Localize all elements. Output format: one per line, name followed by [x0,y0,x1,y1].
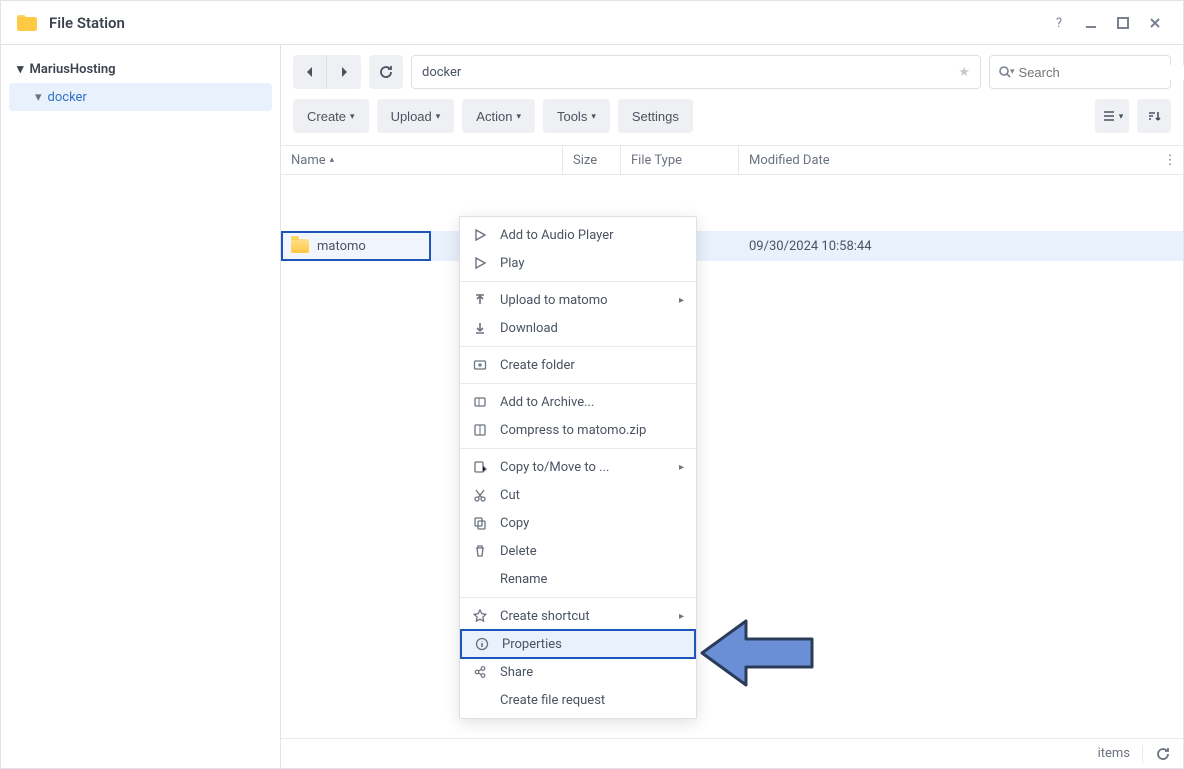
trash-icon [472,543,488,559]
refresh-icon[interactable] [1155,746,1171,762]
menu-add-audio[interactable]: Add to Audio Player [460,221,696,249]
annotation-arrow [700,617,815,689]
zip-icon [472,422,488,438]
column-headers: Name▴ Size File Type Modified Date ⋮ [281,145,1183,175]
caret-down-icon: ▾ [35,90,42,105]
caret-down-icon: ▾ [17,62,24,77]
blank-icon [472,692,488,708]
sort-asc-icon: ▴ [330,155,335,165]
app-icon [15,11,39,35]
col-type[interactable]: File Type [621,146,739,174]
info-icon [474,636,490,652]
menu-copy[interactable]: Copy [460,509,696,537]
new-folder-icon [472,357,488,373]
folder-icon [291,239,309,253]
search-caret-icon[interactable]: ▾ [1010,67,1015,77]
statusbar: items [281,738,1183,768]
copy-icon [472,515,488,531]
row-name: matomo [317,239,366,254]
menu-compress[interactable]: Compress to matomo.zip [460,416,696,444]
tree-child-docker[interactable]: ▾ docker [9,83,272,111]
move-icon [472,459,488,475]
search-input[interactable] [1019,65,1184,80]
share-icon [472,664,488,680]
nav-group [293,55,361,89]
menu-properties[interactable]: Properties [460,629,696,659]
download-icon [472,320,488,336]
nav-forward-button[interactable] [327,55,361,89]
refresh-button[interactable] [369,55,403,89]
svg-text:?: ? [1056,16,1062,31]
action-button[interactable]: Action▾ [462,99,535,133]
archive-icon [472,394,488,410]
menu-share[interactable]: Share [460,658,696,686]
status-items: items [1098,746,1130,761]
settings-button[interactable]: Settings [618,99,693,133]
minimize-button[interactable] [1077,9,1105,37]
upload-icon [472,292,488,308]
star-icon [472,608,488,624]
menu-play[interactable]: Play [460,249,696,277]
menu-upload-to[interactable]: Upload to matomo ▸ [460,286,696,314]
selected-folder[interactable]: matomo [281,231,431,261]
col-name[interactable]: Name▴ [281,146,563,174]
breadcrumb[interactable]: docker ★ [411,55,981,89]
cut-icon [472,487,488,503]
favorite-star-icon[interactable]: ★ [958,65,970,80]
menu-cut[interactable]: Cut [460,481,696,509]
tree-root-label: MariusHosting [30,62,116,77]
toolbar-nav: docker ★ ▾ [281,45,1183,89]
sort-button[interactable] [1137,99,1171,133]
toolbar-actions: Create▾ Upload▾ Action▾ Tools▾ Settings … [281,89,1183,145]
tree-root[interactable]: ▾ MariusHosting [9,55,272,83]
sidebar: ▾ MariusHosting ▾ docker [1,45,281,768]
col-size[interactable]: Size [563,146,621,174]
help-button[interactable]: ? [1045,9,1073,37]
menu-download[interactable]: Download [460,314,696,342]
menu-delete[interactable]: Delete [460,537,696,565]
context-menu: Add to Audio Player Play Upload to matom… [459,216,697,719]
search-box[interactable]: ▾ [989,55,1171,89]
titlebar: File Station ? [1,1,1183,45]
tree-child-label: docker [48,90,87,105]
app-title: File Station [49,14,125,32]
col-date[interactable]: Modified Date [739,146,1157,174]
view-list-button[interactable]: ▾ [1095,99,1129,133]
play-add-icon [472,227,488,243]
create-button[interactable]: Create▾ [293,99,369,133]
menu-copy-move[interactable]: Copy to/Move to ... ▸ [460,453,696,481]
row-date: 09/30/2024 10:58:44 [739,239,1183,254]
blank-icon [472,571,488,587]
menu-create-folder[interactable]: Create folder [460,351,696,379]
close-button[interactable] [1141,9,1169,37]
menu-shortcut[interactable]: Create shortcut ▸ [460,602,696,630]
breadcrumb-path: docker [422,65,461,80]
play-icon [472,255,488,271]
chevron-right-icon: ▸ [679,611,684,622]
chevron-right-icon: ▸ [679,295,684,306]
nav-back-button[interactable] [293,55,327,89]
maximize-button[interactable] [1109,9,1137,37]
menu-file-request[interactable]: Create file request [460,686,696,714]
menu-add-archive[interactable]: Add to Archive... [460,388,696,416]
chevron-right-icon: ▸ [679,462,684,473]
col-options[interactable]: ⋮ [1157,153,1183,168]
tools-button[interactable]: Tools▾ [543,99,610,133]
menu-rename[interactable]: Rename [460,565,696,593]
upload-button[interactable]: Upload▾ [377,99,455,133]
